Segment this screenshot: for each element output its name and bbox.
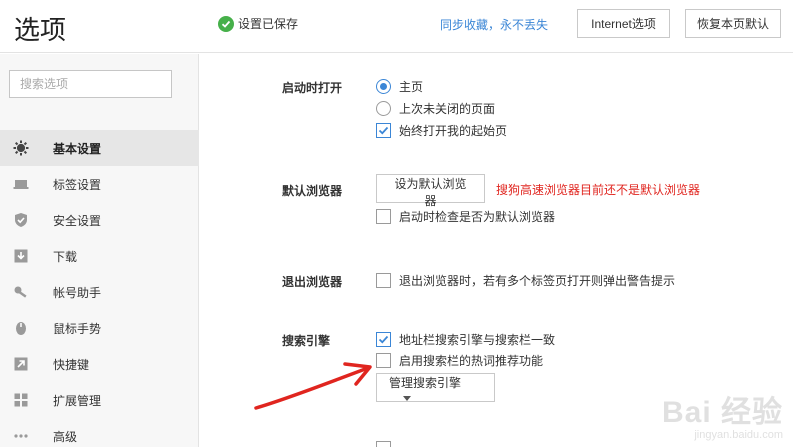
checkbox-check-default-on-start[interactable] [376, 209, 391, 224]
sidebar-item-tab-settings[interactable]: 标签设置 [0, 166, 199, 202]
startup-option-last-session[interactable]: 上次未关闭的页面 [376, 100, 495, 117]
chevron-down-icon [403, 396, 411, 402]
manage-search-engines-label: 管理搜索引擎 [389, 376, 462, 390]
sidebar-item-extensions[interactable]: 扩展管理 [0, 382, 199, 418]
download-icon [13, 248, 29, 264]
sync-addressbar-search-text: 地址栏搜索引擎与搜索栏一致 [399, 333, 556, 347]
internet-options-button[interactable]: Internet选项 [577, 9, 670, 38]
sidebar-item-shortcuts[interactable]: 快捷键 [0, 346, 199, 382]
exit-warning-text: 退出浏览器时，若有多个标签页打开则弹出警告提示 [399, 274, 676, 288]
shield-check-icon [13, 212, 29, 228]
exit-warning-option[interactable]: 退出浏览器时，若有多个标签页打开则弹出警告提示 [376, 272, 675, 289]
shortcut-arrow-icon [13, 356, 29, 372]
sync-favorites-link[interactable]: 同步收藏，永不丢失 [440, 16, 548, 33]
radio-button-home[interactable] [376, 79, 391, 94]
radio-button-last-session[interactable] [376, 101, 391, 116]
sidebar-item-label: 快捷键 [53, 357, 90, 372]
checkbox-partial-next[interactable] [376, 441, 391, 447]
watermark-logo-text: Bai 经验 [661, 396, 783, 429]
set-default-browser-button[interactable]: 设为默认浏览器 [376, 174, 485, 208]
header-bar: 选项 设置已保存 同步收藏，永不丢失 Internet选项 恢复本页默认 [0, 0, 793, 53]
saved-status: 设置已保存 [218, 15, 298, 32]
more-dots-icon [13, 428, 29, 444]
sidebar-item-security-settings[interactable]: 安全设置 [0, 202, 199, 238]
search-engine-label: 搜索引擎 [282, 334, 331, 348]
restore-defaults-button[interactable]: 恢复本页默认 [685, 9, 781, 38]
sidebar-item-label: 帐号助手 [53, 285, 102, 300]
checkbox-exit-warning[interactable] [376, 273, 391, 288]
sidebar-item-label: 标签设置 [53, 177, 102, 192]
checkbox-always-start-page[interactable] [376, 123, 391, 138]
check-circle-icon [218, 15, 234, 32]
tab-icon [13, 176, 29, 192]
startup-option-always-start-text: 始终打开我的起始页 [399, 124, 508, 138]
baidu-jingyan-watermark: Bai 经验 jingyan.baidu.com [662, 387, 783, 441]
key-icon [13, 284, 29, 300]
checkbox-sync-addressbar-search[interactable] [376, 332, 391, 347]
sidebar-item-label: 下载 [53, 249, 78, 264]
manage-search-engines-button[interactable]: 管理搜索引擎 [376, 373, 495, 402]
sidebar-item-account-helper[interactable]: 帐号助手 [0, 274, 199, 310]
grid-icon [13, 392, 29, 408]
annotation-arrow-icon [254, 362, 372, 410]
startup-label: 启动时打开 [282, 81, 343, 95]
page-title: 选项 [14, 15, 67, 45]
watermark-url-text: jingyan.baidu.com [694, 429, 783, 441]
startup-option-home-text: 主页 [399, 80, 424, 94]
mouse-icon [13, 320, 29, 336]
sidebar-item-download[interactable]: 下载 [0, 238, 199, 274]
default-browser-warning: 搜狗高速浏览器目前还不是默认浏览器 [496, 183, 701, 197]
sidebar-item-label: 安全设置 [53, 213, 102, 228]
sync-addressbar-search-option[interactable]: 地址栏搜索引擎与搜索栏一致 [376, 331, 555, 348]
startup-option-always-start-page[interactable]: 始终打开我的起始页 [376, 122, 507, 139]
exit-browser-label: 退出浏览器 [282, 275, 343, 289]
check-default-on-start-text: 启动时检查是否为默认浏览器 [399, 210, 556, 224]
sidebar-nav: 基本设置 标签设置 安全设置 下载 帐号助手 鼠标手势 快捷键 扩展管理 高级 [0, 130, 199, 447]
search-options-input[interactable] [9, 70, 172, 98]
check-default-on-start-option[interactable]: 启动时检查是否为默认浏览器 [376, 208, 555, 225]
sidebar-item-advanced[interactable]: 高级 [0, 418, 199, 447]
gear-icon [13, 140, 29, 156]
sidebar-item-mouse-gestures[interactable]: 鼠标手势 [0, 310, 199, 346]
sidebar-item-label: 扩展管理 [53, 393, 102, 408]
sidebar: 基本设置 标签设置 安全设置 下载 帐号助手 [0, 54, 199, 447]
default-browser-label: 默认浏览器 [282, 184, 343, 198]
sidebar-item-label: 鼠标手势 [53, 321, 102, 336]
hot-words-option[interactable]: 启用搜索栏的热词推荐功能 [376, 352, 543, 369]
hot-words-text: 启用搜索栏的热词推荐功能 [399, 354, 544, 368]
partial-next-option [376, 441, 399, 447]
saved-status-text: 设置已保存 [238, 17, 299, 31]
sidebar-item-basic-settings[interactable]: 基本设置 [0, 130, 199, 166]
sidebar-item-label: 基本设置 [53, 141, 102, 156]
sidebar-item-label: 高级 [53, 429, 78, 444]
startup-option-home[interactable]: 主页 [376, 78, 423, 95]
startup-option-last-session-text: 上次未关闭的页面 [399, 102, 496, 116]
